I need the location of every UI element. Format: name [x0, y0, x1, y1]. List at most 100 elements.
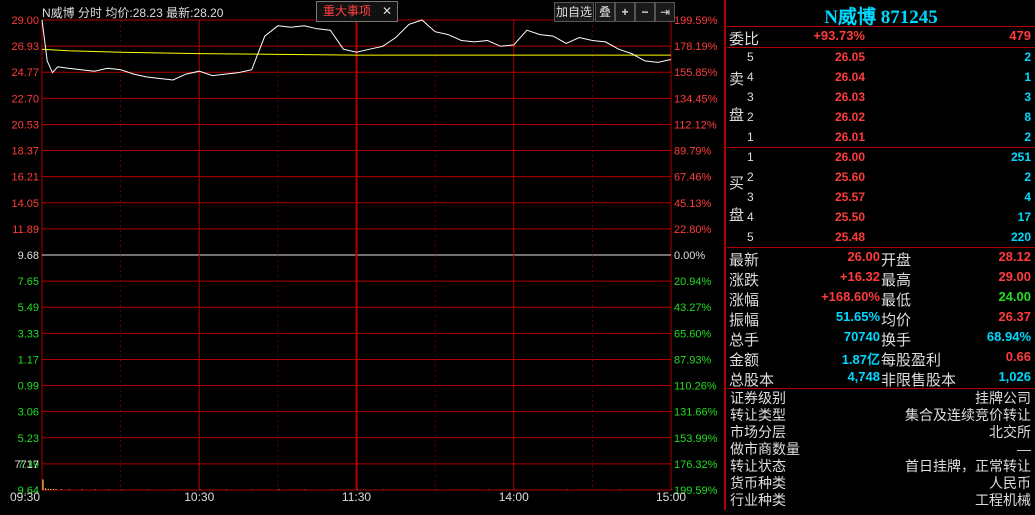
- bid-level: 5: [747, 230, 754, 244]
- stat-value: +16.32: [839, 269, 880, 284]
- stat-label: 振幅: [729, 312, 760, 329]
- pct-tick: 45.13%: [674, 198, 712, 210]
- price-tick: 22.70: [11, 93, 39, 105]
- ask-volume: 2: [1024, 50, 1031, 64]
- bid-level: 4: [747, 210, 754, 224]
- chart-header: N威博 分时 均价:28.23 最新:28.20: [42, 4, 223, 21]
- pct-tick: 112.12%: [674, 119, 717, 131]
- ask-price: 26.04: [834, 70, 865, 84]
- info-row: 转让状态 首日挂牌，正常转让: [727, 458, 1035, 475]
- stat-value: 24.00: [998, 289, 1031, 304]
- ask-level-row: 4 26.04 1: [727, 70, 1035, 90]
- stat-value: 26.00: [847, 249, 880, 264]
- stat-value: 51.65%: [835, 309, 880, 324]
- stat-value: 28.12: [998, 249, 1031, 264]
- ask-volume: 1: [1024, 70, 1031, 84]
- pct-tick: 22.80%: [674, 224, 712, 236]
- pct-tick: 131.66%: [674, 407, 718, 419]
- buy-label: 买: [729, 175, 745, 192]
- info-row: 市场分层 北交所: [727, 424, 1035, 441]
- stat-label: 涨幅: [729, 292, 760, 309]
- bid-level-row: 4 25.50 17: [727, 210, 1035, 230]
- stat-label: 换手: [881, 332, 912, 349]
- volume-tick: 7717: [15, 459, 39, 471]
- info-label: 转让状态: [730, 458, 786, 474]
- stat-value: 70740: [843, 329, 880, 344]
- ask-price: 26.05: [834, 50, 865, 64]
- bid-volume: 251: [1010, 150, 1031, 164]
- stat-label: 金额: [729, 352, 760, 369]
- divider: [727, 47, 1035, 48]
- info-value: 工程机械: [975, 492, 1031, 508]
- ask-volume: 8: [1024, 110, 1031, 124]
- stat-row: 金额 1.87亿 每股盈利 0.66: [727, 349, 1035, 369]
- intraday-chart[interactable]: 29.00 199.59% 26.93 178.19% 24.77 155.85% 22.7…: [0, 0, 726, 510]
- weibi-label: 委比: [729, 31, 760, 48]
- divider: [727, 26, 1035, 27]
- pct-tick: 87.93%: [674, 354, 712, 366]
- info-row: 货币种类 人民币: [727, 475, 1035, 492]
- price-tick: 1.17: [18, 354, 39, 366]
- info-label: 市场分层: [730, 424, 786, 440]
- latest-value: 28.20: [193, 6, 224, 20]
- ask-level: 4: [747, 70, 754, 84]
- ask-level-row: 5 26.05 2: [727, 50, 1035, 70]
- overlay-button[interactable]: 叠: [595, 2, 615, 22]
- skip-to-end-icon[interactable]: ⇥: [655, 2, 675, 22]
- panel-divider: [724, 0, 726, 510]
- bid-level-row: 3 25.57 4: [727, 190, 1035, 210]
- stat-label: 总手: [729, 332, 760, 349]
- time-tick: 15:00: [656, 490, 686, 504]
- info-value: 集合及连续竞价转让: [905, 407, 1031, 423]
- stat-row: 最新 26.00 开盘 28.12: [727, 249, 1035, 269]
- ask-level: 3: [747, 90, 754, 104]
- stock-name: N威博: [42, 6, 75, 20]
- divider: [727, 388, 1035, 389]
- stat-value: 4,748: [847, 369, 880, 384]
- price-tick: 9.68: [18, 250, 39, 262]
- quote-title: N威博 871245: [824, 7, 938, 28]
- events-tab[interactable]: 重大事项 ✕: [316, 1, 398, 22]
- pct-tick: 20.94%: [674, 276, 712, 288]
- stat-value: 68.94%: [986, 329, 1031, 344]
- stat-row: 振幅 51.65% 均价 26.37: [727, 309, 1035, 329]
- ask-price: 26.03: [834, 90, 865, 104]
- stat-label: 均价: [881, 312, 912, 329]
- bid-volume: 220: [1010, 230, 1031, 244]
- close-icon[interactable]: ✕: [382, 2, 392, 21]
- pct-tick: 43.27%: [674, 302, 712, 314]
- info-value: 首日挂牌，正常转让: [905, 458, 1031, 474]
- sell-label: 盘: [729, 107, 745, 124]
- pct-tick: 0.00%: [674, 250, 705, 262]
- ask-level: 1: [747, 130, 754, 144]
- add-watchlist-button[interactable]: 加自选: [554, 2, 594, 22]
- price-tick: 18.37: [11, 146, 39, 158]
- zoom-in-icon[interactable]: +: [615, 2, 635, 22]
- zoom-out-icon[interactable]: −: [635, 2, 655, 22]
- price-tick: 24.77: [11, 67, 39, 79]
- info-label: 做市商数量: [730, 441, 800, 457]
- bid-price: 25.50: [834, 210, 865, 224]
- stat-label: 每股盈利: [881, 352, 942, 369]
- chart-canvas[interactable]: 29.00 199.59% 26.93 178.19% 24.77 155.85% 22.7…: [0, 0, 726, 510]
- buy-label: 盘: [729, 207, 745, 224]
- price-tick: 14.05: [11, 198, 39, 210]
- info-row: 转让类型 集合及连续竞价转让: [727, 407, 1035, 424]
- stat-label: 最新: [729, 252, 760, 269]
- stat-label: 最高: [881, 272, 912, 289]
- divider: [727, 147, 1035, 148]
- stat-row: 总手 70740 换手 68.94%: [727, 329, 1035, 349]
- stat-label: 总股本: [729, 372, 775, 389]
- bid-price: 26.00: [834, 150, 865, 164]
- info-label: 证券级别: [730, 390, 786, 406]
- pct-tick: 89.79%: [674, 146, 712, 158]
- bid-price: 25.57: [834, 190, 865, 204]
- stat-value: 29.00: [998, 269, 1031, 284]
- stat-label: 开盘: [881, 252, 912, 269]
- chart-mode: 分时: [78, 6, 103, 20]
- sell-label: 卖: [729, 71, 745, 88]
- bid-volume: 4: [1024, 190, 1031, 204]
- ask-level-row: 2 26.02 8: [727, 110, 1035, 130]
- price-tick: 26.93: [11, 41, 39, 53]
- price-tick: 7.65: [18, 276, 39, 288]
